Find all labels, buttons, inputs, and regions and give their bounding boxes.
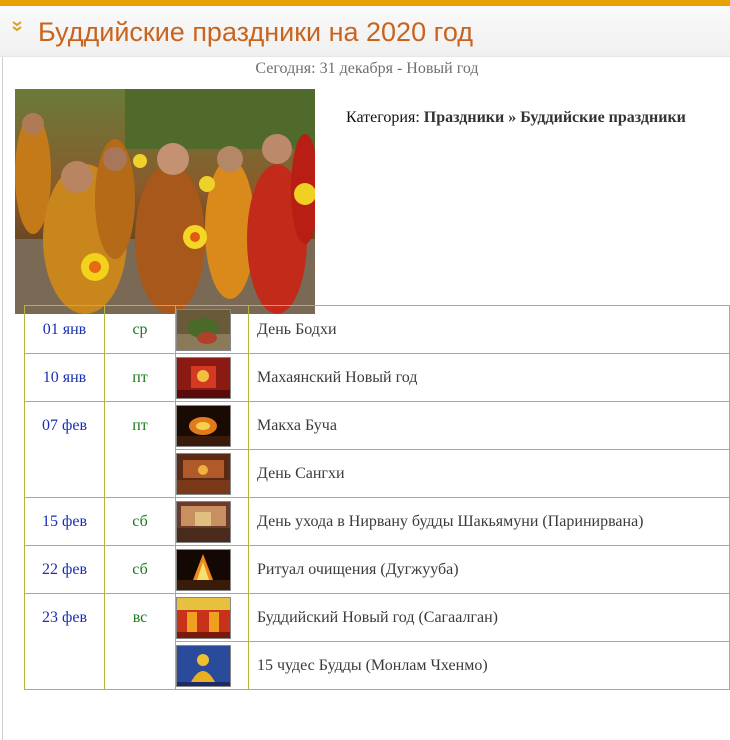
page-header: Буддийские праздники на 2020 год bbox=[0, 6, 730, 57]
table-row: 15 фев сб День ухода в Нирвану будды Шак… bbox=[24, 497, 730, 546]
holiday-thumbnail[interactable] bbox=[175, 401, 249, 450]
holiday-thumbnail[interactable] bbox=[175, 449, 249, 498]
table-row: 01 янв ср День Бодхи bbox=[24, 305, 730, 354]
holiday-date: 15 фев bbox=[24, 497, 105, 546]
category-separator: » bbox=[508, 109, 517, 126]
holiday-weekday: ср bbox=[104, 305, 176, 354]
table-row: 22 фев сб Ритуал очищения (Дугжууба) bbox=[24, 545, 730, 594]
holiday-weekday: сб bbox=[104, 497, 176, 546]
holiday-date: 01 янв bbox=[24, 305, 105, 354]
holiday-thumbnail[interactable] bbox=[175, 353, 249, 402]
holiday-weekday: вс bbox=[104, 593, 176, 690]
category-link-holidays[interactable]: Праздники bbox=[424, 109, 504, 126]
holiday-date: 10 янв bbox=[24, 353, 105, 402]
monks-photo bbox=[15, 89, 315, 314]
holiday-thumbnail[interactable] bbox=[175, 593, 249, 642]
page-title: Буддийские праздники на 2020 год bbox=[38, 17, 474, 47]
holiday-weekday: пт bbox=[104, 401, 176, 498]
today-line: Сегодня: 31 декабря - Новый год bbox=[255, 60, 479, 77]
holiday-name[interactable]: Махаянский Новый год bbox=[248, 353, 730, 402]
table-row: 10 янв пт Махаянский Новый год bbox=[24, 353, 730, 402]
holiday-thumbnail[interactable] bbox=[175, 305, 249, 354]
holiday-date: 23 фев bbox=[24, 593, 105, 690]
holiday-date: 07 фев bbox=[24, 401, 105, 498]
holidays-table: 01 янв ср День Бодхи 10 янв пт Махаянски… bbox=[24, 305, 730, 690]
table-row: 07 фев пт Макха Буча bbox=[24, 401, 730, 498]
holiday-thumbnail[interactable] bbox=[175, 497, 249, 546]
category-link-buddhist[interactable]: Буддийские праздники bbox=[520, 109, 686, 126]
holiday-name[interactable]: Буддийский Новый год (Сагаалган) bbox=[248, 593, 730, 642]
holiday-name[interactable]: Макха Буча bbox=[248, 401, 730, 450]
holiday-thumbnail[interactable] bbox=[175, 641, 249, 690]
holiday-name[interactable]: День Бодхи bbox=[248, 305, 730, 354]
double-chevron-down-icon bbox=[12, 21, 22, 32]
table-row: 23 фев вс Буддийский Новый год (Сагаалга… bbox=[24, 593, 730, 690]
holiday-name[interactable]: Ритуал очищения (Дугжууба) bbox=[248, 545, 730, 594]
holiday-weekday: пт bbox=[104, 353, 176, 402]
holiday-weekday: сб bbox=[104, 545, 176, 594]
category-label: Категория: bbox=[346, 109, 420, 126]
holiday-date: 22 фев bbox=[24, 545, 105, 594]
holiday-name[interactable]: День ухода в Нирвану будды Шакьямуни (Па… bbox=[248, 497, 730, 546]
category-line: Категория: Праздники » Буддийские праздн… bbox=[346, 109, 686, 127]
holiday-name[interactable]: День Сангхи bbox=[248, 449, 730, 498]
holiday-name[interactable]: 15 чудес Будды (Монлам Чхенмо) bbox=[248, 641, 730, 690]
holiday-thumbnail[interactable] bbox=[175, 545, 249, 594]
